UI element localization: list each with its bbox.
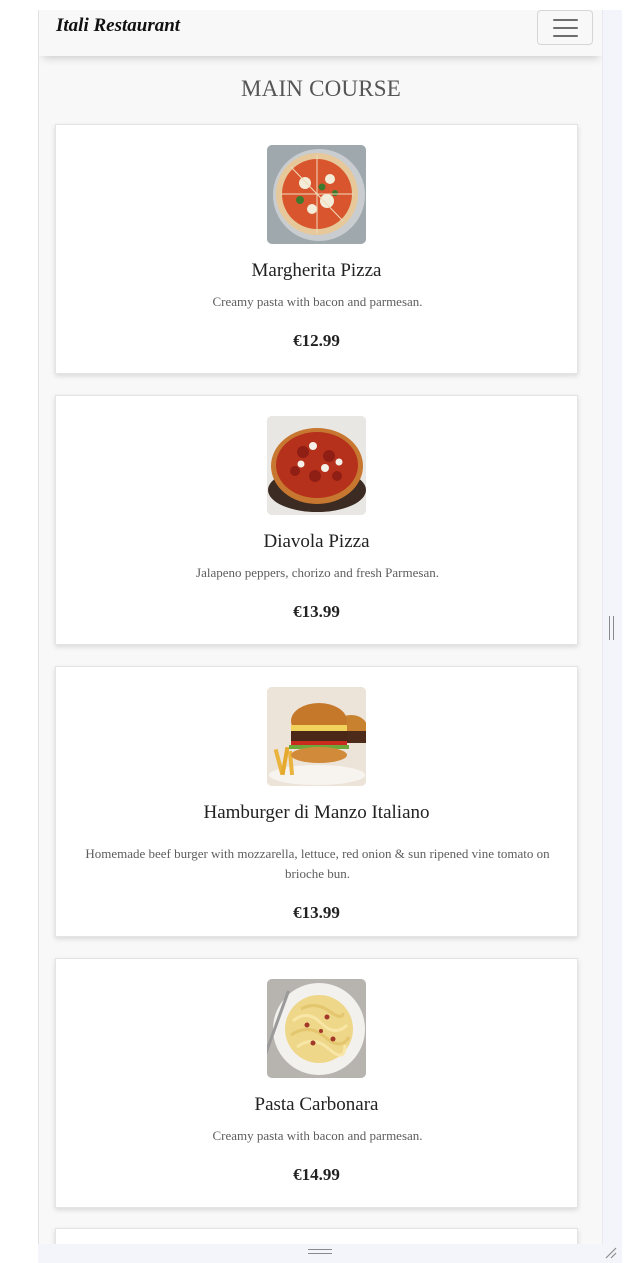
menu-item-card[interactable]: Hamburger di Manzo Italiano Homemade bee… — [55, 666, 578, 937]
menu-item-description: Creamy pasta with bacon and parmesan. — [212, 1128, 423, 1143]
menu-item-price: €13.99 — [293, 602, 340, 621]
menu-item-description: Homemade beef burger with mozzarella, le… — [85, 846, 550, 881]
menu-item-card[interactable] — [55, 1228, 578, 1244]
brand-logo-text[interactable]: Itali Restaurant — [56, 14, 180, 38]
bottom-drag-handle-icon[interactable] — [308, 1249, 332, 1254]
side-drag-handle-icon[interactable] — [609, 616, 614, 640]
menu-item-card[interactable]: Margherita Pizza Creamy pasta with bacon… — [55, 124, 578, 374]
navbar: Itali Restaurant — [39, 10, 602, 56]
viewport: Itali Restaurant MAIN COURSE Margherita … — [38, 10, 602, 1244]
pasta-carbonara-photo — [267, 979, 366, 1078]
menu-item-price: €12.99 — [293, 331, 340, 350]
hamburger-photo — [267, 687, 366, 786]
menu-item-name: Diavola Pizza — [263, 531, 370, 552]
diavola-pizza-photo — [267, 416, 366, 515]
menu-item-name: Hamburger di Manzo Italiano — [203, 802, 430, 823]
section-title: MAIN COURSE — [240, 76, 402, 101]
menu-item-card[interactable]: Pasta Carbonara Creamy pasta with bacon … — [55, 958, 578, 1208]
menu-item-card[interactable]: Diavola Pizza Jalapeno peppers, chorizo … — [55, 395, 578, 645]
menu-toggle-button[interactable] — [537, 10, 593, 45]
menu-item-description: Jalapeno peppers, chorizo and fresh Parm… — [196, 565, 439, 580]
resize-corner-icon[interactable] — [603, 1245, 617, 1259]
menu-item-name: Margherita Pizza — [251, 260, 382, 281]
menu-item-name: Pasta Carbonara — [254, 1094, 379, 1115]
menu-item-price: €14.99 — [293, 1165, 340, 1184]
menu-item-description: Creamy pasta with bacon and parmesan. — [212, 294, 423, 309]
margherita-pizza-photo — [267, 145, 366, 244]
menu-item-price: €13.99 — [293, 903, 340, 922]
